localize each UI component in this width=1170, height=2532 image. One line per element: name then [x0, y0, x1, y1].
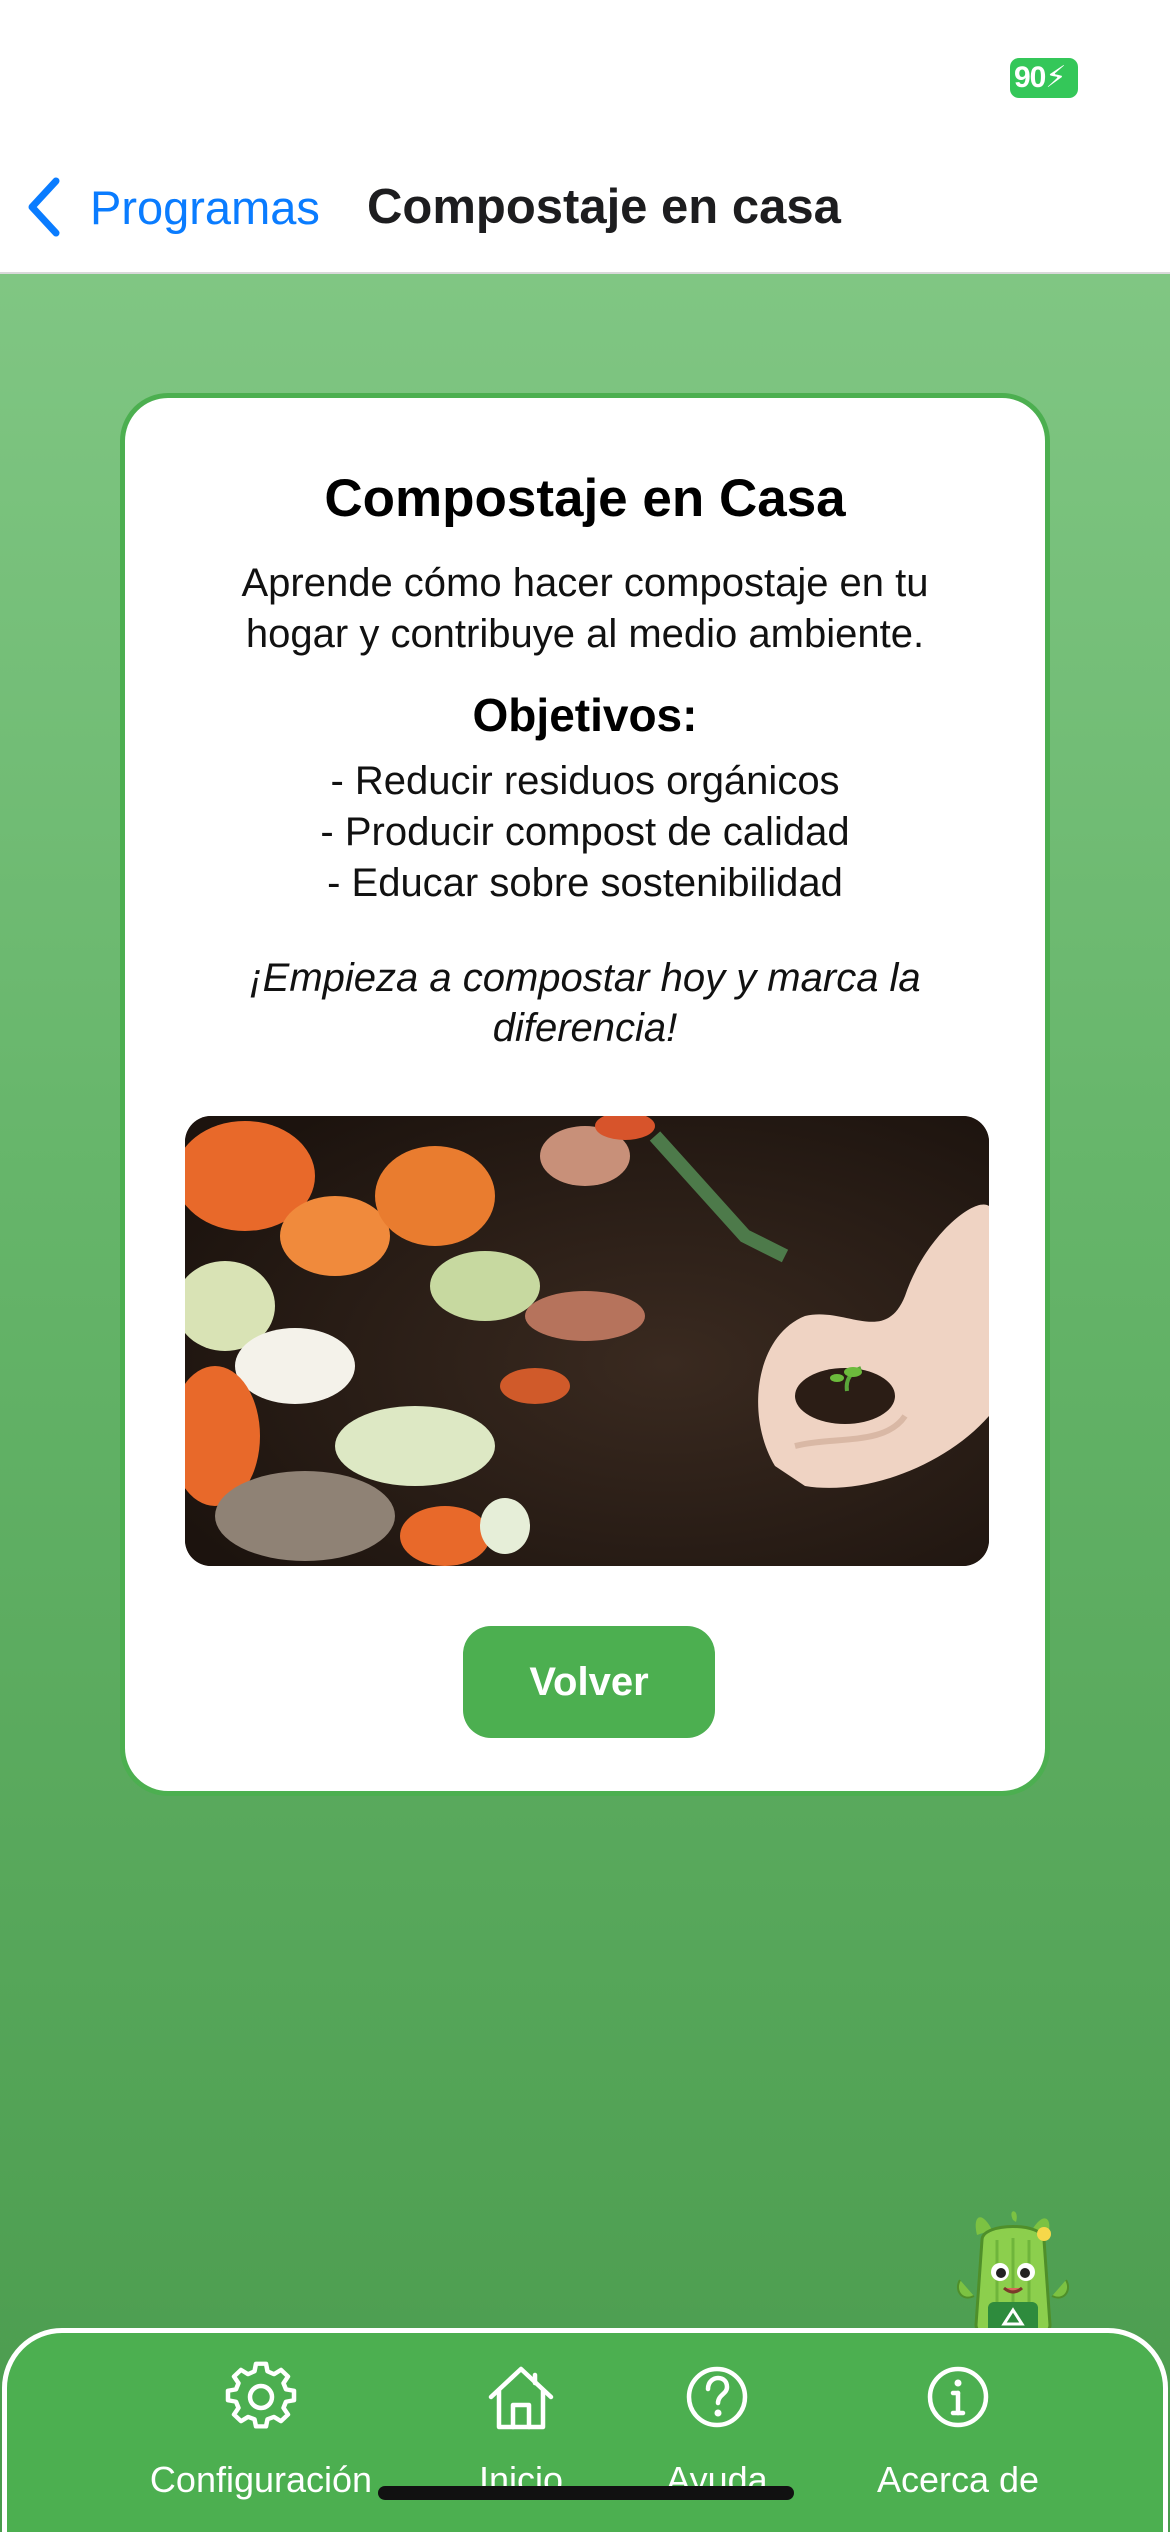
tab-acerca-de[interactable]: Acerca de: [843, 2361, 1073, 2501]
compost-photo: [185, 1116, 989, 1566]
card-title: Compostaje en Casa: [324, 469, 846, 528]
gear-icon: [225, 2361, 297, 2429]
navigation-bar: Programas Compostaje en casa: [0, 150, 1170, 274]
objective-item: - Educar sobre sostenibilidad: [327, 861, 843, 905]
objective-item: - Reducir residuos orgánicos: [330, 759, 840, 803]
tab-configuracion[interactable]: Configuración: [136, 2361, 386, 2501]
charging-bolt-icon: ⚡: [1045, 61, 1066, 94]
objective-item: - Producir compost de calidad: [320, 810, 850, 854]
info-icon: [927, 2366, 989, 2428]
tab-ayuda[interactable]: Ayuda: [617, 2361, 817, 2501]
chevron-left-icon: [28, 177, 60, 237]
tab-inicio[interactable]: Inicio: [411, 2361, 631, 2501]
home-icon: [488, 2366, 554, 2430]
status-bar: 90⚡: [0, 0, 1170, 150]
objectives-heading: Objetivos:: [472, 689, 698, 741]
tab-label: Configuración: [149, 2459, 373, 2500]
battery-level: 90: [1014, 61, 1046, 94]
home-indicator: [378, 2486, 794, 2500]
question-icon: [686, 2366, 748, 2428]
objectives-list: - Reducir residuos orgánicos - Producir …: [125, 756, 1045, 909]
volver-button[interactable]: Volver: [463, 1626, 715, 1738]
card-description: Aprende cómo hacer compostaje en tu hoga…: [241, 561, 929, 656]
back-button[interactable]: Programas: [22, 172, 320, 242]
tab-bar: Configuración Inicio Ayuda Acerca de: [2, 2328, 1168, 2532]
battery-indicator: 90⚡: [1010, 58, 1078, 98]
screen: 90⚡ Programas Compostaje en casa Compost…: [0, 0, 1170, 2532]
program-card: Compostaje en Casa Aprende cómo hacer co…: [120, 393, 1050, 1796]
back-label: Programas: [90, 180, 320, 234]
page-title: Compostaje en casa: [367, 180, 841, 234]
call-to-action-text: ¡Empieza a compostar hoy y marca la dife…: [249, 956, 921, 1050]
tab-label: Acerca de: [876, 2459, 1040, 2500]
